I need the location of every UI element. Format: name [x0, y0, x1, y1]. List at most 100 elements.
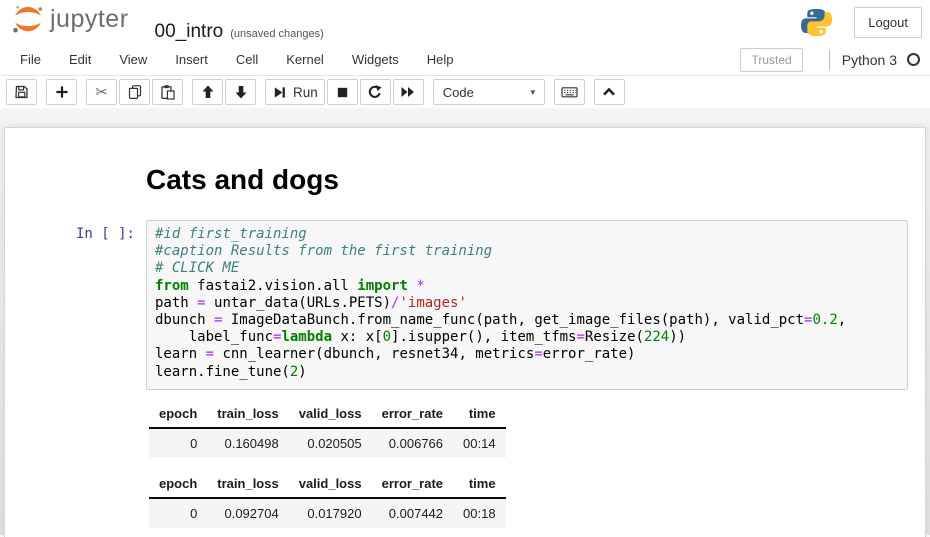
chevron-down-icon: ▼ [529, 88, 537, 97]
output-cell: epochtrain_lossvalid_losserror_ratetime0… [5, 390, 925, 537]
code-line[interactable]: learn = cnn_learner(dbunch, resnet34, me… [155, 346, 899, 363]
code-line[interactable]: from fastai2.vision.all import * [155, 278, 899, 295]
code-cell[interactable]: In [ ]: #id first_training#caption Resul… [5, 220, 925, 390]
table-header-error_rate: error_rate [372, 471, 453, 498]
menu-item-edit[interactable]: Edit [55, 45, 105, 74]
logo-text: jupyter [50, 5, 129, 34]
menu-item-cell[interactable]: Cell [222, 45, 272, 74]
logout-button[interactable]: Logout [854, 7, 922, 38]
save-icon [14, 84, 30, 100]
menu-item-kernel[interactable]: Kernel [272, 45, 338, 74]
header: jupyter 00_intro (unsaved changes) Logou… [0, 0, 930, 44]
scissors-icon: ✂ [95, 85, 108, 100]
training-results-table: epochtrain_lossvalid_losserror_ratetime0… [149, 471, 506, 537]
table-cell: 00:14 [453, 428, 506, 458]
keyboard-icon [561, 84, 578, 100]
table-header-valid_loss: valid_loss [289, 401, 372, 428]
cell-prompt[interactable]: In [ ]: [5, 220, 146, 390]
table-cell: 0.017920 [289, 498, 372, 528]
cell-type-value: Code [443, 85, 474, 100]
table-header-train_loss: train_loss [207, 401, 288, 428]
table-header-epoch: epoch [149, 471, 207, 498]
copy-icon [127, 84, 143, 100]
table-header-error_rate: error_rate [372, 401, 453, 428]
code-line[interactable]: #id first_training [155, 226, 899, 243]
add-cell-button[interactable] [46, 79, 77, 105]
markdown-cell-prompt [5, 142, 146, 220]
restart-icon [367, 84, 383, 100]
menu-item-insert[interactable]: Insert [161, 45, 222, 74]
table-cell: 00:18 [453, 498, 506, 528]
table-header-time: time [453, 401, 506, 428]
menu-item-help[interactable]: Help [413, 45, 468, 74]
paste-icon [160, 84, 176, 100]
training-results-table: epochtrain_lossvalid_losserror_ratetime0… [149, 401, 506, 458]
code-line[interactable]: #caption Results from the first training [155, 243, 899, 260]
table-cell: 0.005413 [372, 528, 453, 537]
menu-item-widgets[interactable]: Widgets [338, 45, 413, 74]
output-prompt [5, 390, 146, 537]
table-cell: 0.007442 [372, 498, 453, 528]
code-line[interactable]: label_func=lambda x: x[0].isupper(), ite… [155, 329, 899, 346]
table-cell: 0.020505 [289, 428, 372, 458]
run-cell-button[interactable]: Run [265, 79, 325, 105]
cut-cell-button[interactable]: ✂ [86, 79, 117, 105]
table-cell: 0.092704 [207, 498, 288, 528]
save-button[interactable] [6, 79, 37, 105]
table-header-valid_loss: valid_loss [289, 471, 372, 498]
collapse-toolbar-button[interactable] [594, 79, 625, 105]
step-forward-icon [272, 85, 287, 100]
table-header-time: time [453, 471, 506, 498]
command-palette-button[interactable] [554, 79, 585, 105]
paste-cell-button[interactable] [152, 79, 183, 105]
table-row: 10.0277850.0124490.00541300:18 [149, 528, 506, 537]
table-header-epoch: epoch [149, 401, 207, 428]
markdown-cell[interactable]: Cats and dogs [5, 142, 925, 220]
code-line[interactable]: dbunch = ImageDataBunch.from_name_func(p… [155, 312, 899, 329]
table-cell: 0 [149, 428, 207, 458]
restart-run-all-button[interactable] [393, 79, 424, 105]
menu-divider [829, 50, 830, 70]
autosave-status: (unsaved changes) [230, 28, 324, 40]
arrow-up-icon [200, 84, 216, 100]
plus-icon [54, 84, 70, 100]
menu-item-view[interactable]: View [105, 45, 161, 74]
code-line[interactable]: path = untar_data(URLs.PETS)/'images' [155, 295, 899, 312]
table-cell: 1 [149, 528, 207, 537]
code-input-box[interactable]: #id first_training#caption Results from … [146, 220, 908, 390]
python-logo-icon [801, 7, 832, 38]
toolbar: ✂ [0, 76, 930, 108]
copy-cell-button[interactable] [119, 79, 150, 105]
table-row: 00.0927040.0179200.00744200:18 [149, 498, 506, 528]
arrow-down-icon [233, 84, 249, 100]
restart-kernel-button[interactable] [360, 79, 391, 105]
table-cell: 0.027785 [207, 528, 288, 537]
notebook-site: Cats and dogs In [ ]: #id first_training… [0, 108, 930, 535]
fast-forward-icon [400, 84, 416, 100]
jupyter-logo[interactable]: jupyter [10, 1, 129, 37]
chevron-up-icon [601, 84, 617, 100]
notebook-title[interactable]: 00_intro [155, 21, 224, 43]
jupyter-logo-icon [10, 1, 46, 37]
code-editor[interactable]: #id first_training#caption Results from … [155, 226, 899, 381]
menu-item-file[interactable]: File [6, 45, 55, 74]
output-area: epochtrain_lossvalid_losserror_ratetime0… [146, 390, 908, 537]
stop-icon [335, 85, 350, 100]
table-cell: 0.012449 [289, 528, 372, 537]
trusted-button[interactable]: Trusted [740, 48, 802, 72]
table-cell: 0.160498 [207, 428, 288, 458]
move-cell-up-button[interactable] [192, 79, 223, 105]
code-line[interactable]: learn.fine_tune(2) [155, 364, 899, 381]
menubar: FileEditViewInsertCellKernelWidgetsHelp … [0, 44, 930, 76]
interrupt-kernel-button[interactable] [327, 79, 358, 105]
table-row: 00.1604980.0205050.00676600:14 [149, 428, 506, 458]
notebook-container: Cats and dogs In [ ]: #id first_training… [4, 127, 926, 537]
move-cell-down-button[interactable] [225, 79, 256, 105]
table-cell: 0 [149, 498, 207, 528]
menu-items: FileEditViewInsertCellKernelWidgetsHelp [6, 45, 468, 74]
cell-type-select[interactable]: Code ▼ [433, 79, 545, 105]
table-header-train_loss: train_loss [207, 471, 288, 498]
page-title: Cats and dogs [146, 164, 908, 196]
code-line[interactable]: # CLICK ME [155, 260, 899, 277]
kernel-idle-icon [907, 53, 920, 66]
